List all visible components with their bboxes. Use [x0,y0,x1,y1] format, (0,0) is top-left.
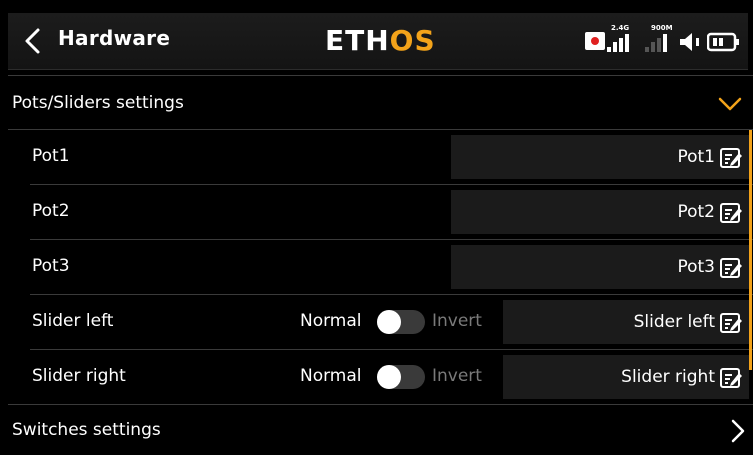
edit-icon[interactable] [719,202,743,224]
header-divider [8,75,753,76]
speaker-icon[interactable] [678,32,704,52]
invert-label: Invert [432,366,482,386]
pot3-label: Pot3 [32,256,70,276]
pot3-row: Pot3 Pot3 [30,240,753,294]
toggle-knob [377,310,401,334]
section-label: Switches settings [12,420,161,440]
invert-label: Invert [432,311,482,331]
chevron-down-icon[interactable] [717,96,743,112]
pot2-row: Pot2 Pot2 [30,185,753,239]
chevron-right-icon[interactable] [730,418,746,444]
section-switches[interactable]: Switches settings [8,405,753,455]
edit-icon[interactable] [719,147,743,169]
slider-right-direction: Normal Invert [300,365,510,389]
scrollbar[interactable] [749,130,752,370]
pot1-name-field[interactable]: Pot1 [451,135,749,179]
slider-right-name-field[interactable]: Slider right [503,355,749,399]
record-icon [585,32,605,50]
section-label: Pots/Sliders settings [12,93,184,113]
pot1-name-value: Pot1 [677,147,715,167]
pot2-label: Pot2 [32,201,70,221]
slider-left-name-field[interactable]: Slider left [503,300,749,344]
edit-icon[interactable] [719,367,743,389]
edit-icon[interactable] [719,312,743,334]
pot3-name-field[interactable]: Pot3 [451,245,749,289]
normal-label: Normal [300,366,362,386]
pot1-label: Pot1 [32,146,70,166]
slider-left-name-value: Slider left [633,312,715,332]
slider-left-label: Slider left [32,311,114,331]
rf-900m-label: 900M [651,24,673,32]
battery-icon [707,32,739,52]
slider-left-invert-toggle[interactable] [377,310,425,334]
rf-2g4-signal-icon [607,34,633,52]
pot3-name-value: Pot3 [677,257,715,277]
normal-label: Normal [300,311,362,331]
slider-left-direction: Normal Invert [300,310,510,334]
slider-right-row: Slider right Normal Invert Slider right [30,350,753,404]
pot2-name-value: Pot2 [677,202,715,222]
pot2-name-field[interactable]: Pot2 [451,190,749,234]
ethos-logo: ETHOS [325,24,436,57]
slider-left-row: Slider left Normal Invert Slider left [30,295,753,349]
slider-right-invert-toggle[interactable] [377,365,425,389]
status-area: 2.4G 900M [585,24,745,54]
rf-900m-signal-icon [645,34,671,52]
slider-right-name-value: Slider right [621,367,715,387]
slider-right-label: Slider right [32,366,126,386]
pot1-row: Pot1 Pot1 [30,130,753,184]
rf-2g4-label: 2.4G [611,24,630,32]
section-pots-sliders[interactable]: Pots/Sliders settings [8,78,753,128]
top-bar: Hardware ETHOS 2.4G 900M [0,0,753,75]
toggle-knob [377,365,401,389]
page-title: Hardware [58,26,171,50]
back-chevron-icon[interactable] [22,27,44,55]
edit-icon[interactable] [719,257,743,279]
